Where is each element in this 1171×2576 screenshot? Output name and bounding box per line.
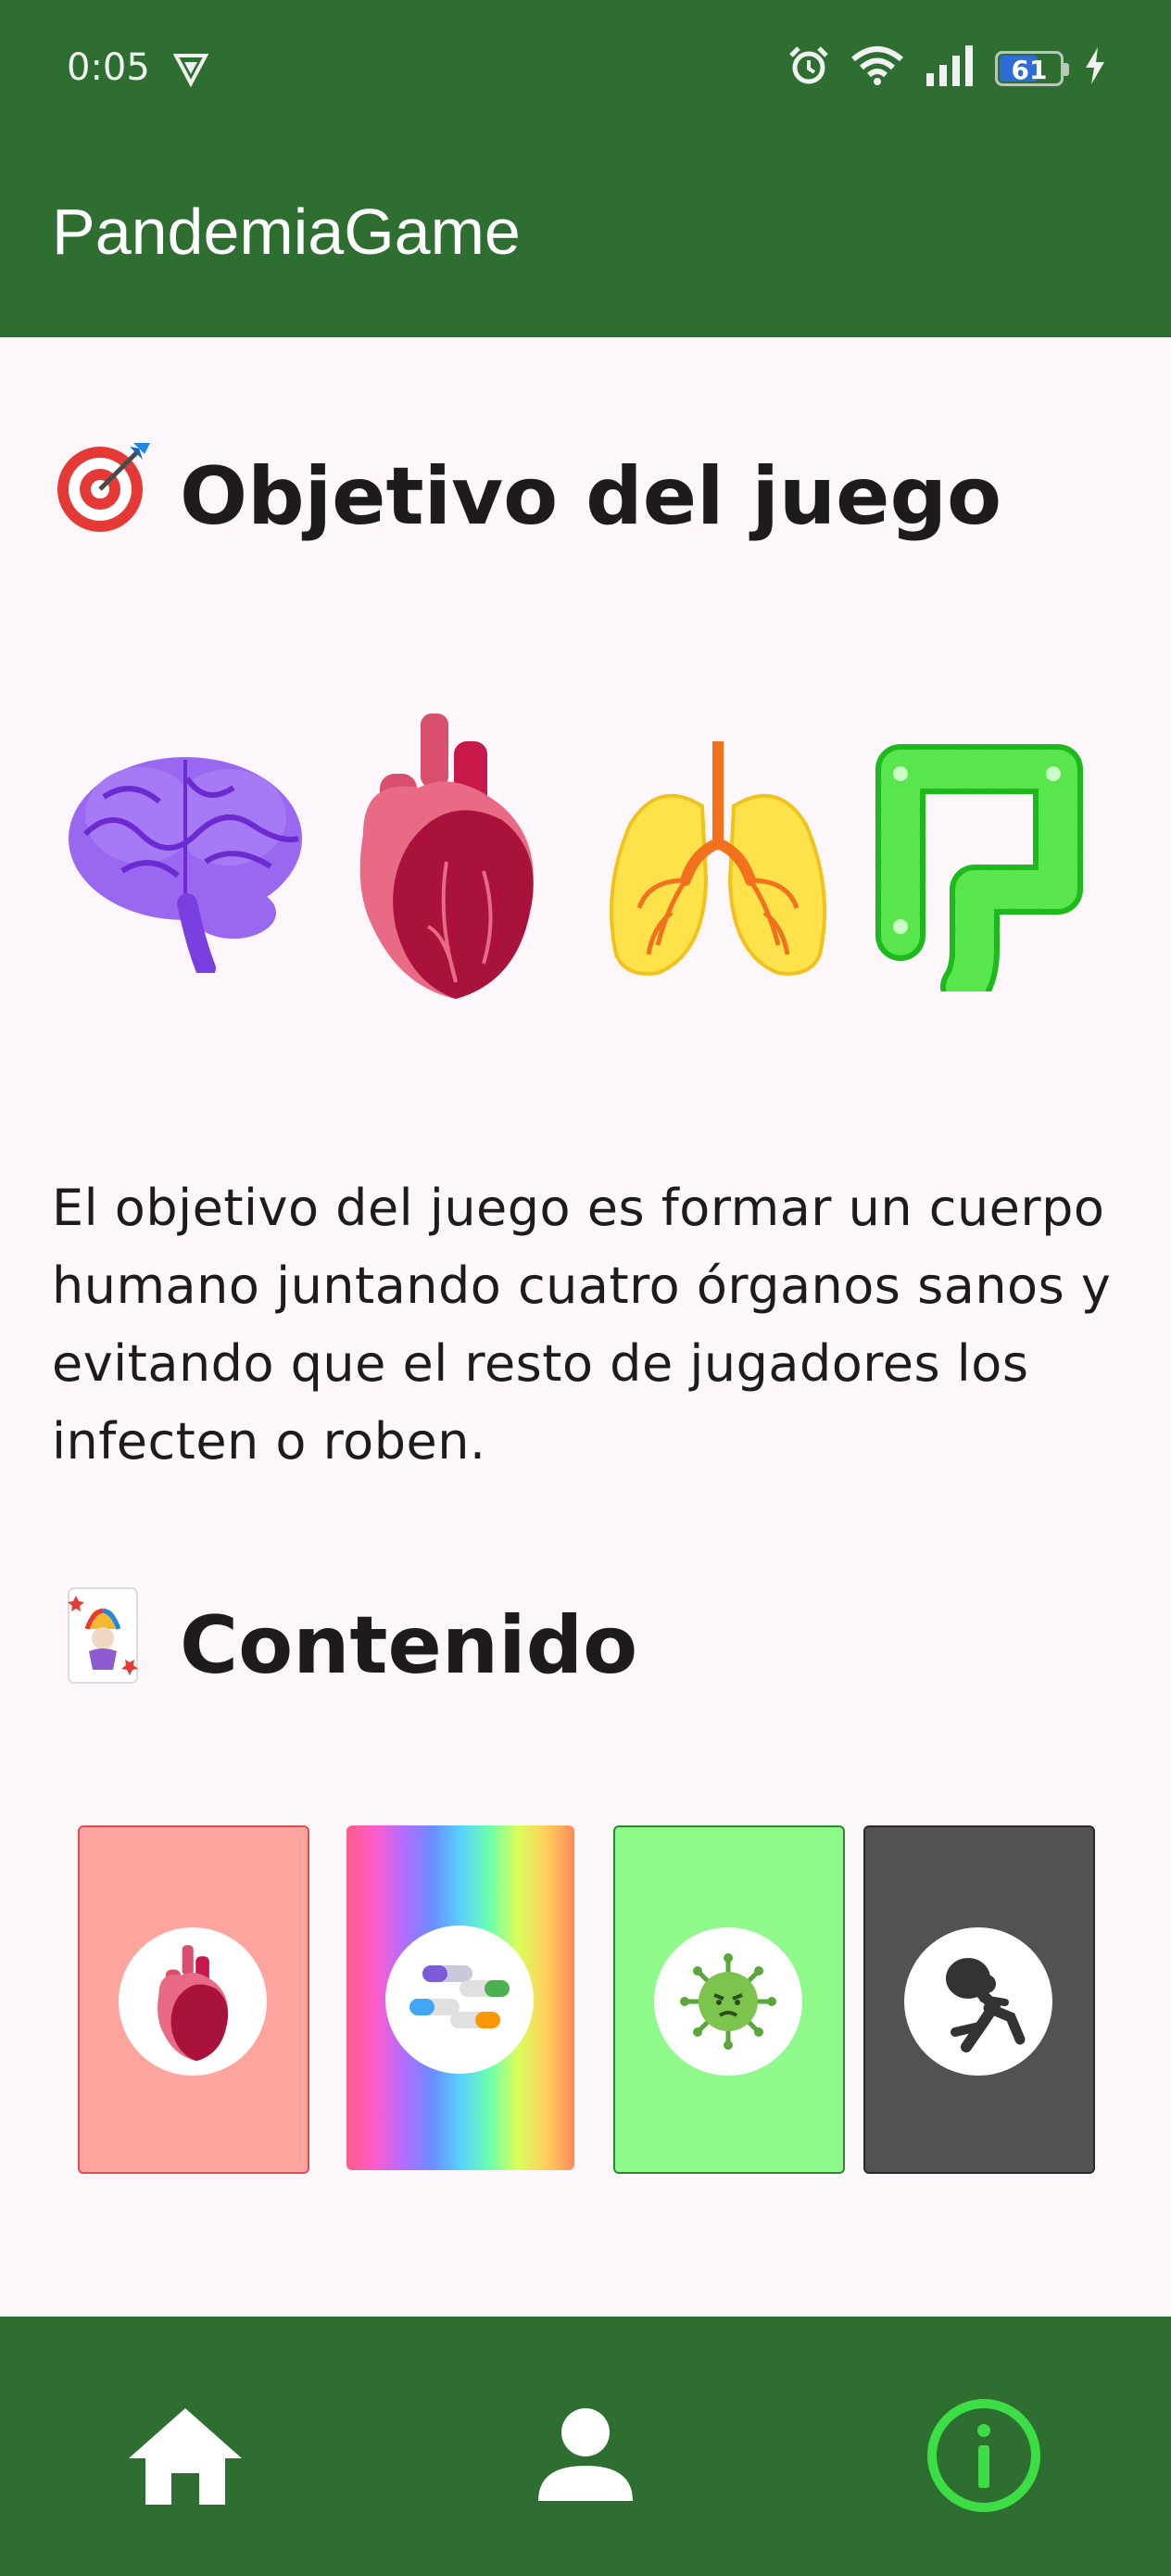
status-time: 0:05 — [67, 46, 150, 89]
charging-icon — [1084, 47, 1106, 89]
organ-card[interactable] — [78, 1825, 309, 2174]
intestine-icon — [875, 744, 1083, 991]
treatment-card[interactable] — [863, 1825, 1095, 2174]
signal-icon — [925, 45, 975, 91]
virus-card[interactable] — [613, 1825, 845, 2174]
alarm-icon — [787, 44, 830, 92]
virus-card-circle — [654, 1927, 802, 2076]
bottom-navigation — [0, 2317, 1171, 2576]
home-icon — [129, 2408, 242, 2505]
thief-icon — [946, 1958, 1026, 2052]
medicine-card[interactable] — [346, 1825, 574, 2170]
brain-icon — [69, 757, 302, 973]
content-heading: Contenido — [52, 1585, 637, 1706]
info-icon — [927, 2399, 1040, 2512]
organs-row — [67, 704, 1104, 1001]
person-icon — [538, 2408, 633, 2501]
treatment-card-circle — [904, 1927, 1052, 2076]
objective-heading-text: Objetivo del juego — [180, 449, 1002, 543]
lungs-icon — [610, 741, 826, 976]
joker-card-icon — [52, 1585, 154, 1706]
app-title: PandemiaGame — [52, 196, 521, 268]
app-bar: PandemiaGame — [0, 139, 1171, 337]
pills-icon — [409, 1965, 510, 2028]
organ-card-circle — [119, 1927, 267, 2076]
objective-heading: Objetivo del juego — [52, 436, 1001, 557]
wifi-icon — [850, 45, 904, 91]
nav-home-button[interactable] — [120, 2391, 250, 2520]
target-icon — [52, 436, 154, 557]
objective-description: El objetivo del juego es formar un cuerp… — [52, 1179, 1112, 1471]
cards-row — [78, 1825, 1097, 2178]
heart-icon — [157, 1945, 229, 2062]
vpn-icon — [172, 50, 209, 92]
heart-icon — [359, 713, 534, 999]
nav-info-button[interactable] — [919, 2391, 1049, 2520]
status-bar: 0:05 61 — [0, 0, 1171, 139]
battery-level: 61 — [1011, 54, 1048, 85]
battery-icon: 61 — [995, 50, 1069, 86]
nav-profile-button[interactable] — [521, 2391, 650, 2520]
virus-icon — [680, 1953, 776, 2050]
medicine-card-circle — [385, 1926, 534, 2074]
content-heading-text: Contenido — [180, 1598, 638, 1692]
